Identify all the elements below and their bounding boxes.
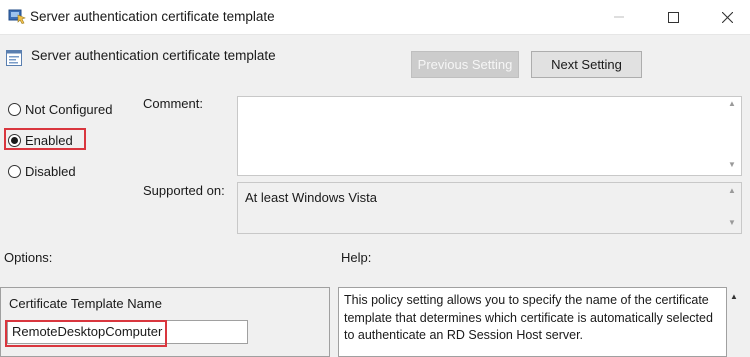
help-text: This policy setting allows you to specif… (344, 293, 713, 342)
help-label: Help: (341, 250, 372, 265)
policy-app-icon (8, 8, 26, 24)
maximize-button[interactable] (650, 0, 696, 34)
help-scroll-up-icon[interactable]: ▲ (730, 292, 738, 301)
comment-label: Comment: (143, 96, 203, 111)
previous-setting-button[interactable]: Previous Setting (411, 51, 519, 78)
comment-textarea[interactable] (237, 96, 742, 176)
supported-on-field: At least Windows Vista (237, 182, 742, 234)
input-highlight-box (5, 320, 167, 347)
next-setting-button[interactable]: Next Setting (531, 51, 642, 78)
title-bar: Server authentication certificate templa… (0, 0, 750, 35)
options-label: Options: (4, 250, 53, 265)
certificate-template-name-label: Certificate Template Name (9, 296, 162, 311)
radio-label: Disabled (25, 164, 76, 179)
comment-scroll-up-icon[interactable]: ▲ (727, 99, 737, 109)
radio-circle[interactable] (8, 165, 21, 178)
setting-title: Server authentication certificate templa… (31, 48, 276, 63)
options-panel: Certificate Template Name RemoteDesktopC… (0, 287, 330, 357)
setting-icon (6, 50, 22, 66)
supported-on-label: Supported on: (143, 183, 225, 198)
minimize-icon (614, 16, 624, 18)
maximize-icon (667, 11, 679, 23)
close-icon (721, 11, 733, 23)
radio-label: Not Configured (25, 102, 113, 117)
minimize-button[interactable] (596, 0, 642, 34)
radio-not-configured[interactable]: Not Configured (8, 102, 112, 117)
close-button[interactable] (704, 0, 750, 34)
window-title: Server authentication certificate templa… (30, 9, 275, 24)
supported-scroll-up-icon[interactable]: ▲ (727, 186, 737, 196)
supported-on-value: At least Windows Vista (245, 190, 377, 205)
radio-circle[interactable] (8, 103, 21, 116)
comment-scroll-down-icon[interactable]: ▼ (727, 160, 737, 170)
supported-scroll-down-icon[interactable]: ▼ (727, 218, 737, 228)
help-panel: This policy setting allows you to specif… (338, 287, 727, 357)
enabled-highlight-box (4, 128, 86, 150)
radio-disabled[interactable]: Disabled (8, 164, 76, 179)
